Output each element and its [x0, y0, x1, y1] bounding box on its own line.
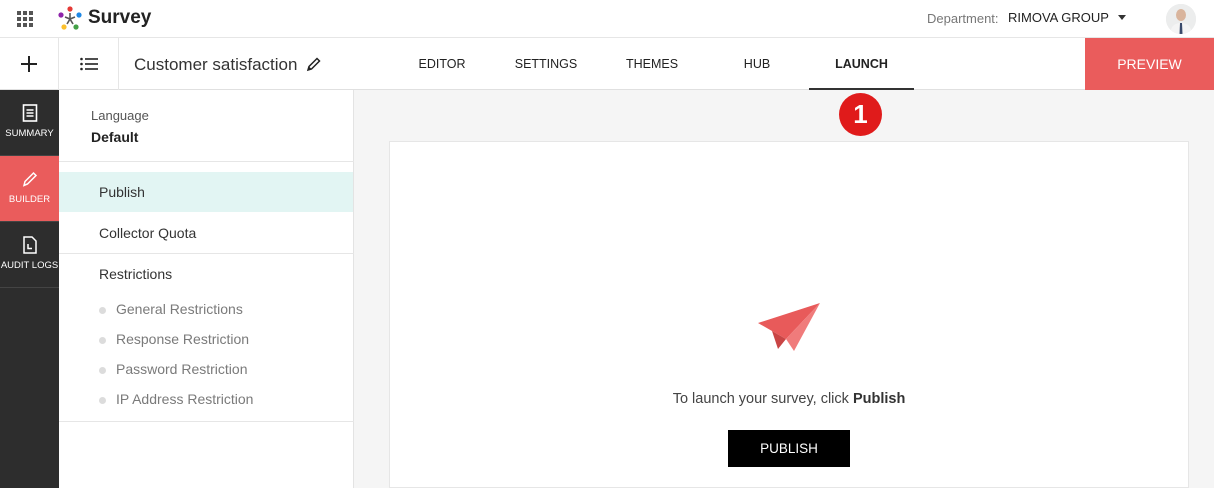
launch-card: To launch your survey, click Publish PUB… [389, 141, 1189, 488]
avatar[interactable] [1166, 4, 1196, 34]
apps-grid-icon[interactable] [17, 11, 33, 27]
step-number-badge: 1 [839, 93, 882, 136]
department-select[interactable]: RIMOVA GROUP [1008, 10, 1109, 25]
app-name: Survey [88, 7, 152, 28]
language-label: Language [91, 108, 149, 123]
restriction-item-ip-address[interactable]: IP Address Restriction [99, 391, 253, 407]
launch-instruction: To launch your survey, click Publish [390, 391, 1188, 407]
menu-button[interactable] [59, 38, 119, 90]
panel-item-restrictions[interactable]: Restrictions [59, 254, 353, 294]
launch-instruction-bold: Publish [852, 391, 906, 407]
document-icon [22, 104, 37, 122]
survey-logo-icon[interactable] [56, 5, 84, 33]
launch-instruction-text: To launch your survey, click [672, 391, 849, 407]
top-bar: Survey Department: RIMOVA GROUP [0, 0, 1214, 38]
pencil-icon [22, 171, 37, 187]
publish-button[interactable]: PUBLISH [728, 430, 850, 467]
edit-title-pencil-icon[interactable] [306, 56, 322, 72]
bullet-dot-icon [99, 306, 106, 314]
rail-item-label: BUILDER [8, 194, 51, 205]
plus-icon [21, 56, 37, 72]
paper-plane-icon [758, 303, 820, 351]
rail-item-builder[interactable]: BUILDER [0, 156, 59, 222]
divider [59, 421, 354, 422]
chevron-down-icon[interactable] [1118, 15, 1126, 20]
list-icon [79, 57, 98, 71]
rail-item-summary[interactable]: SUMMARY [0, 90, 59, 156]
tab-themes[interactable]: THEMES [616, 38, 688, 90]
language-value[interactable]: Default [91, 129, 138, 145]
restriction-label: Password Restriction [116, 361, 248, 377]
preview-button[interactable]: PREVIEW [1085, 38, 1214, 90]
bullet-dot-icon [99, 336, 106, 344]
tab-editor[interactable]: EDITOR [408, 38, 476, 90]
department-label: Department: [927, 11, 999, 26]
panel-item-collector-quota[interactable]: Collector Quota [59, 213, 353, 253]
bullet-dot-icon [99, 396, 106, 404]
restriction-item-response[interactable]: Response Restriction [99, 331, 249, 347]
log-file-icon [22, 236, 37, 254]
rail-item-label: SUMMARY [5, 128, 54, 139]
rail-item-audit-logs[interactable]: AUDIT LOGS [0, 222, 59, 288]
left-rail: SUMMARY BUILDER AUDIT LOGS [0, 90, 59, 488]
panel-item-publish[interactable]: Publish [59, 172, 353, 212]
tab-hub[interactable]: HUB [728, 38, 786, 90]
divider [59, 161, 354, 162]
tab-settings[interactable]: SETTINGS [506, 38, 586, 90]
restriction-label: IP Address Restriction [116, 391, 254, 407]
rail-item-label: AUDIT LOGS [0, 260, 59, 271]
restriction-label: Response Restriction [116, 331, 250, 347]
tab-launch[interactable]: LAUNCH [809, 38, 914, 90]
add-button[interactable] [0, 38, 59, 90]
survey-title: Customer satisfaction [134, 55, 298, 74]
restriction-label: General Restrictions [116, 301, 243, 317]
restriction-item-password[interactable]: Password Restriction [99, 361, 248, 377]
restriction-item-general[interactable]: General Restrictions [99, 301, 243, 317]
launch-settings-panel: Language Default Publish Collector Quota… [59, 90, 354, 488]
survey-toolbar: Customer satisfaction EDITOR SETTINGS TH… [0, 38, 1214, 90]
bullet-dot-icon [99, 366, 106, 374]
